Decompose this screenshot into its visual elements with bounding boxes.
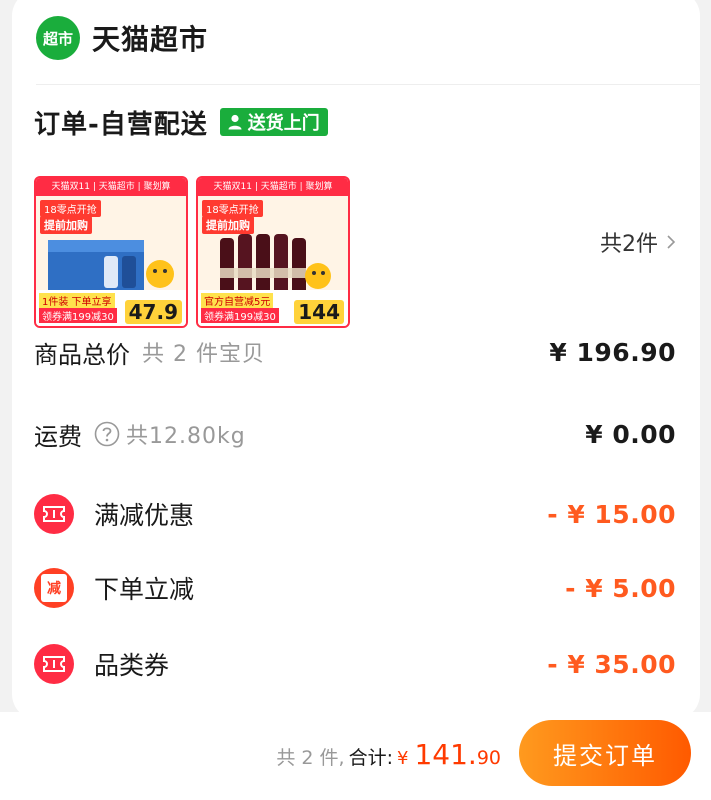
discount-value: - ¥ 5.00 xyxy=(565,573,676,603)
total-currency: ¥ xyxy=(397,748,409,769)
checkout-bar: 共 2 件, 合计: ¥ 141. 90 提交订单 xyxy=(0,712,711,800)
thumb-coupon-line: 领券满199减30 xyxy=(201,308,279,323)
thumb-price: 47.9 xyxy=(124,300,182,324)
thumb-top-banner: 天猫双11 | 天猫超市 | 聚划算 xyxy=(36,178,186,196)
total-label: 合计: xyxy=(348,747,394,769)
delivery-badge: 送货上门 xyxy=(219,108,328,136)
discount-value: - ¥ 15.00 xyxy=(547,499,676,529)
thumb-coupon-line: 领券满199减30 xyxy=(39,308,117,323)
discount-label: 品类券 xyxy=(94,651,170,680)
shipping-weight: 共12.80kg xyxy=(126,424,246,449)
goods-total-row: 商品总价 共 2 件宝贝 ¥ 196.90 xyxy=(34,330,676,374)
product-thumbnail-wine[interactable]: 天猫双11 | 天猫超市 | 聚划算 18零点开抢 提前加购 官方自营减5元 领… xyxy=(196,176,350,328)
discount-row-order-reduction[interactable]: 减 下单立减 - ¥ 5.00 xyxy=(34,566,676,610)
goods-total-label: 商品总价 xyxy=(34,340,130,369)
total-item-count: 共 2 件, xyxy=(276,747,345,769)
product-thumbnail-beer[interactable]: 天猫双11 | 天猫超市 | 聚划算 18零点开抢 提前加购 1件装 下单立享 … xyxy=(34,176,188,328)
ticket-icon xyxy=(34,644,74,684)
goods-total-value: ¥ 196.90 xyxy=(549,337,676,367)
total-amount-decimal: 90 xyxy=(476,747,501,769)
shipping-row: 运费 共12.80kg ¥ 0.00 xyxy=(34,412,676,456)
store-header[interactable]: 超市 天猫超市 xyxy=(36,12,208,64)
discount-label: 满减优惠 xyxy=(94,501,195,530)
thumb-tag-preorder: 提前加购 xyxy=(40,216,92,234)
order-title: 订单-自营配送 xyxy=(34,109,208,140)
jian-icon-label: 减 xyxy=(41,574,67,602)
thumb-promo-line: 1件装 下单立享 xyxy=(39,293,115,308)
discount-label: 下单立减 xyxy=(94,575,195,604)
jian-icon: 减 xyxy=(34,568,74,608)
thumb-promo-line: 官方自营减5元 xyxy=(201,293,274,308)
order-type-row: 订单-自营配送 送货上门 xyxy=(34,102,328,142)
thumb-tag-preorder: 提前加购 xyxy=(202,216,254,234)
order-card: 超市 天猫超市 订单-自营配送 送货上门 天猫双11 | 天猫超市 | 聚划算 … xyxy=(12,0,700,720)
chevron-right-icon xyxy=(667,235,676,249)
submit-order-button[interactable]: 提交订单 xyxy=(519,720,691,786)
item-count-label: 共2件 xyxy=(600,232,658,257)
order-total: 共 2 件, 合计: ¥ 141. 90 xyxy=(276,738,501,771)
discount-row-category-coupon[interactable]: 品类券 - ¥ 35.00 xyxy=(34,642,676,686)
store-logo: 超市 xyxy=(36,16,80,60)
ticket-icon xyxy=(34,494,74,534)
question-icon[interactable] xyxy=(94,421,120,447)
goods-total-sub: 共 2 件宝贝 xyxy=(142,342,265,367)
thumb-tag: 18零点开抢 xyxy=(40,200,101,217)
shipping-label: 运费 xyxy=(34,422,82,451)
total-amount-integer: 141. xyxy=(414,738,477,771)
discount-value: - ¥ 35.00 xyxy=(547,649,676,679)
divider xyxy=(36,84,700,85)
wine-bottles-image xyxy=(220,234,331,294)
discount-row-full-reduction[interactable]: 满减优惠 - ¥ 15.00 xyxy=(34,492,676,536)
item-count-link[interactable]: 共2件 xyxy=(600,226,676,258)
beer-case-image xyxy=(48,240,174,290)
delivery-badge-label: 送货上门 xyxy=(247,113,320,134)
shipping-value: ¥ 0.00 xyxy=(585,419,676,449)
store-name: 天猫超市 xyxy=(92,23,209,56)
thumb-top-banner: 天猫双11 | 天猫超市 | 聚划算 xyxy=(198,178,348,196)
thumb-price: 144 xyxy=(294,300,344,324)
thumb-tag: 18零点开抢 xyxy=(202,200,263,217)
person-icon xyxy=(228,114,242,130)
